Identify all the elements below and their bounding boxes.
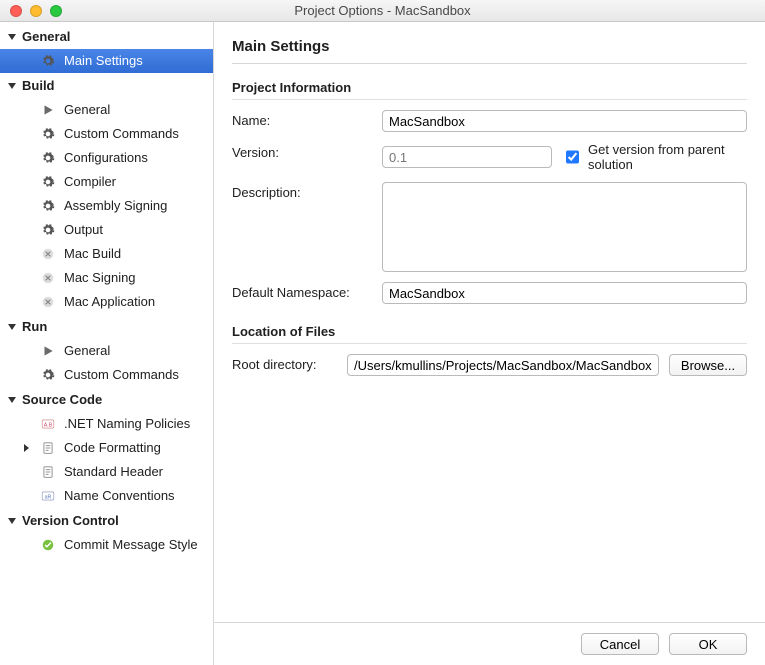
get-version-from-parent-checkbox[interactable]: Get version from parent solution bbox=[562, 142, 747, 172]
svg-text:aR: aR bbox=[45, 494, 52, 500]
sidebar-item[interactable]: Mac Application bbox=[0, 290, 213, 314]
doc-icon bbox=[40, 464, 56, 480]
project-information-group: Project Information Name: Version: Get v… bbox=[232, 80, 747, 304]
location-of-files-group: Location of Files Root directory: Browse… bbox=[232, 324, 747, 376]
sidebar-item[interactable]: aR Name Conventions bbox=[0, 484, 213, 508]
sidebar-item-label: Mac Build bbox=[64, 246, 121, 262]
label-description: Description: bbox=[232, 182, 372, 200]
get-version-from-parent-label: Get version from parent solution bbox=[588, 142, 747, 172]
sidebar-item[interactable]: Mac Build bbox=[0, 242, 213, 266]
sidebar-item[interactable]: Mac Signing bbox=[0, 266, 213, 290]
sidebar-item[interactable]: Commit Message Style bbox=[0, 533, 213, 557]
gear-icon bbox=[40, 53, 56, 69]
x-icon bbox=[40, 294, 56, 310]
sidebar-item[interactable]: Configurations bbox=[0, 146, 213, 170]
disclosure-triangle-icon bbox=[8, 83, 16, 89]
page-title: Main Settings bbox=[232, 38, 747, 64]
description-input[interactable] bbox=[382, 182, 747, 272]
sidebar-item[interactable]: Main Settings bbox=[0, 49, 213, 73]
gear-icon bbox=[40, 126, 56, 142]
sidebar-item[interactable]: Code Formatting bbox=[0, 436, 213, 460]
sidebar-item-label: Mac Signing bbox=[64, 270, 136, 286]
section-title-label: Source Code bbox=[22, 392, 102, 407]
sidebar-item-label: Commit Message Style bbox=[64, 537, 198, 553]
sidebar-item-label: Name Conventions bbox=[64, 488, 175, 504]
disclosure-triangle-icon bbox=[8, 397, 16, 403]
gear-icon bbox=[40, 150, 56, 166]
sidebar-item-label: Configurations bbox=[64, 150, 148, 166]
section-title-label: General bbox=[22, 29, 70, 44]
sidebar-item-label: .NET Naming Policies bbox=[64, 416, 190, 432]
disclosure-triangle-icon bbox=[8, 34, 16, 40]
play-icon bbox=[40, 343, 56, 359]
browse-button[interactable]: Browse... bbox=[669, 354, 747, 376]
content-pane: Main Settings Project Information Name: … bbox=[214, 22, 765, 665]
section-title-label: Version Control bbox=[22, 513, 119, 528]
sidebar-item-label: Mac Application bbox=[64, 294, 155, 310]
group-title-project-information: Project Information bbox=[232, 80, 747, 100]
sidebar-item[interactable]: Custom Commands bbox=[0, 363, 213, 387]
sidebar-item-label: Custom Commands bbox=[64, 126, 179, 142]
gear-icon bbox=[40, 222, 56, 238]
sidebar-item[interactable]: Standard Header bbox=[0, 460, 213, 484]
sidebar-item[interactable]: Output bbox=[0, 218, 213, 242]
sidebar-item-label: Standard Header bbox=[64, 464, 163, 480]
section-title[interactable]: Build bbox=[0, 73, 213, 98]
sidebar-item-label: Assembly Signing bbox=[64, 198, 167, 214]
sidebar-item-label: Custom Commands bbox=[64, 367, 179, 383]
cancel-button[interactable]: Cancel bbox=[581, 633, 659, 655]
disclosure-triangle-icon bbox=[8, 518, 16, 524]
default-namespace-input[interactable] bbox=[382, 282, 747, 304]
doc-icon bbox=[40, 440, 56, 456]
section-title-label: Build bbox=[22, 78, 55, 93]
section-title[interactable]: Run bbox=[0, 314, 213, 339]
group-title-location-of-files: Location of Files bbox=[232, 324, 747, 344]
sidebar-item[interactable]: Assembly Signing bbox=[0, 194, 213, 218]
sidebar-item-label: Output bbox=[64, 222, 103, 238]
ok-button[interactable]: OK bbox=[669, 633, 747, 655]
section-title[interactable]: General bbox=[0, 24, 213, 49]
sidebar: General Main Settings Build General Custom C… bbox=[0, 22, 214, 665]
sidebar-item[interactable]: Custom Commands bbox=[0, 122, 213, 146]
disclosure-triangle-icon bbox=[24, 444, 29, 452]
svg-text:A.B: A.B bbox=[44, 422, 53, 428]
label-name: Name: bbox=[232, 110, 372, 128]
titlebar: Project Options - MacSandbox bbox=[0, 0, 765, 22]
root-directory-input[interactable] bbox=[347, 354, 659, 376]
sidebar-item-label: General bbox=[64, 102, 110, 118]
check-icon bbox=[40, 537, 56, 553]
sidebar-item[interactable]: General bbox=[0, 98, 213, 122]
section-title-label: Run bbox=[22, 319, 47, 334]
sidebar-item[interactable]: Compiler bbox=[0, 170, 213, 194]
sidebar-item[interactable]: A.B .NET Naming Policies bbox=[0, 412, 213, 436]
sidebar-item-label: General bbox=[64, 343, 110, 359]
window-title: Project Options - MacSandbox bbox=[0, 3, 765, 18]
ar-icon: aR bbox=[40, 488, 56, 504]
label-default-namespace: Default Namespace: bbox=[232, 282, 372, 300]
x-icon bbox=[40, 270, 56, 286]
ab-icon: A.B bbox=[40, 416, 56, 432]
button-bar: Cancel OK bbox=[214, 622, 765, 665]
x-icon bbox=[40, 246, 56, 262]
label-version: Version: bbox=[232, 142, 372, 160]
sidebar-item-label: Compiler bbox=[64, 174, 116, 190]
disclosure-triangle-icon bbox=[8, 324, 16, 330]
play-icon bbox=[40, 102, 56, 118]
sidebar-item-label: Code Formatting bbox=[64, 440, 161, 456]
label-root-directory: Root directory: bbox=[232, 354, 337, 372]
gear-icon bbox=[40, 174, 56, 190]
gear-icon bbox=[40, 367, 56, 383]
name-input[interactable] bbox=[382, 110, 747, 132]
section-title[interactable]: Source Code bbox=[0, 387, 213, 412]
gear-icon bbox=[40, 198, 56, 214]
version-input bbox=[382, 146, 552, 168]
get-version-from-parent-checkbox-input[interactable] bbox=[566, 150, 579, 164]
section-title[interactable]: Version Control bbox=[0, 508, 213, 533]
sidebar-item[interactable]: General bbox=[0, 339, 213, 363]
sidebar-item-label: Main Settings bbox=[64, 53, 143, 69]
